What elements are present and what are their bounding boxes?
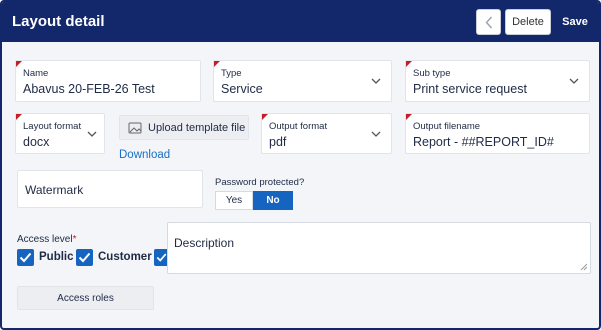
password-protected-label: Password protected? <box>215 177 305 188</box>
description-textarea[interactable]: Description <box>167 222 591 274</box>
required-marker: * <box>72 234 77 245</box>
delete-button[interactable]: Delete <box>505 9 551 35</box>
output-format-label: Output format <box>269 121 328 132</box>
layout-format-value: docx <box>23 135 50 149</box>
type-select[interactable]: Type Service <box>213 60 392 102</box>
chevron-left-icon <box>485 16 492 28</box>
layout-format-label: Layout format <box>23 121 82 132</box>
output-filename-value: Report - ##REPORT_ID# <box>413 135 554 149</box>
public-label: Public <box>39 251 74 263</box>
sub-type-select[interactable]: Sub type Print service request <box>405 60 590 102</box>
back-button[interactable] <box>476 9 501 35</box>
download-link[interactable]: Download <box>119 149 170 161</box>
watermark-placeholder: Watermark <box>25 183 84 197</box>
access-level-text: Access level <box>17 234 73 245</box>
output-filename-label: Output filename <box>413 121 481 132</box>
name-field[interactable]: Name Abavus 20-FEB-26 Test <box>15 60 201 102</box>
layout-format-select[interactable]: Layout format docx <box>15 113 105 154</box>
access-roles-button[interactable]: Access roles <box>17 286 154 310</box>
layout-detail-panel: Layout detail Delete Save Name Abavus 20… <box>0 0 601 330</box>
password-yes-button[interactable]: Yes <box>215 191 253 210</box>
output-filename-field[interactable]: Output filename Report - ##REPORT_ID# <box>405 113 590 154</box>
output-format-select[interactable]: Output format pdf <box>261 113 392 154</box>
password-no-button[interactable]: No <box>253 191 293 210</box>
chevron-down-icon <box>371 131 381 137</box>
save-button[interactable]: Save <box>555 9 595 35</box>
upload-template-label: Upload template file <box>148 121 246 134</box>
customer-checkbox[interactable] <box>76 249 93 266</box>
sub-type-label: Sub type <box>413 68 451 79</box>
public-checkbox[interactable] <box>17 249 34 266</box>
third-checkbox-partial[interactable] <box>154 249 167 266</box>
watermark-input[interactable]: Watermark <box>17 170 203 208</box>
checkmark-icon <box>19 252 32 263</box>
type-value: Service <box>221 82 263 96</box>
output-format-value: pdf <box>269 135 287 149</box>
description-placeholder: Description <box>174 236 235 250</box>
name-value: Abavus 20-FEB-26 Test <box>23 82 155 96</box>
image-upload-icon <box>128 122 142 133</box>
chevron-down-icon <box>569 78 579 84</box>
checkmark-icon <box>156 253 167 262</box>
access-level-label: Access level* <box>17 234 76 245</box>
type-label: Type <box>221 68 242 79</box>
customer-label: Customer <box>98 251 152 263</box>
name-label: Name <box>23 68 49 79</box>
page-title: Layout detail <box>12 13 105 30</box>
checkmark-icon <box>78 252 91 263</box>
sub-type-value: Print service request <box>413 82 527 96</box>
chevron-down-icon <box>87 131 97 137</box>
chevron-down-icon <box>371 78 381 84</box>
resize-handle-icon[interactable] <box>580 263 588 271</box>
header-bar: Layout detail Delete Save <box>2 2 599 42</box>
upload-template-button[interactable]: Upload template file <box>119 115 249 140</box>
